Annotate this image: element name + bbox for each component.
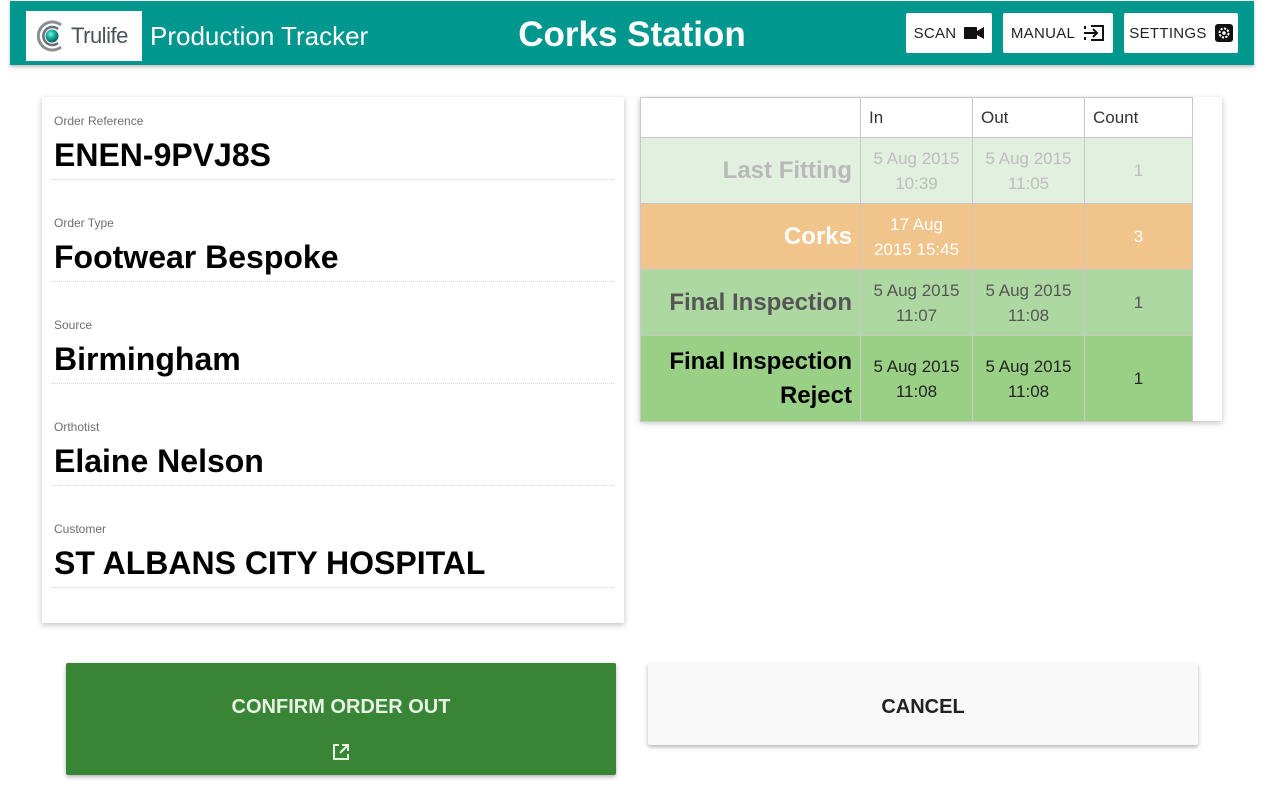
source-field: Source Birmingham: [52, 301, 614, 384]
trulife-logo: Trulife: [26, 11, 142, 61]
open-in-new-icon: [333, 744, 349, 760]
stage-name: Corks: [783, 222, 852, 250]
field-label: Customer: [54, 522, 107, 536]
out-cell: 5 Aug 2015 11:08: [972, 335, 1085, 422]
in-time: 11:07: [895, 305, 938, 325]
count-cell: 1: [1084, 269, 1193, 336]
out-cell: 5 Aug 2015 11:05: [972, 137, 1085, 204]
in-time: 10:39: [895, 173, 938, 193]
count-cell: 1: [1084, 137, 1193, 204]
in-cell: 5 Aug 2015 11:07: [860, 269, 973, 336]
orthotist-field: Orthotist Elaine Nelson: [52, 403, 614, 486]
settings-button[interactable]: SETTINGS: [1124, 13, 1238, 53]
order-details-card: Order Reference ENEN-9PVJ8S Order Type F…: [42, 97, 624, 623]
table-row[interactable]: Final Inspection Reject 5 Aug 2015 11:08 5…: [640, 335, 1193, 422]
stage-name-cell: Last Fitting: [640, 137, 861, 204]
stage-name: Final Inspection: [669, 288, 852, 316]
field-value: Elaine Nelson: [54, 443, 264, 479]
logo-text: Trulife: [71, 23, 128, 48]
out-cell: [972, 203, 1085, 270]
gear-icon: [1214, 24, 1233, 42]
customer-field: Customer ST ALBANS CITY HOSPITAL: [52, 505, 614, 588]
in-date: 5 Aug 2015: [873, 280, 960, 300]
out-date: 5 Aug 2015: [985, 148, 1072, 168]
stage-name-line2: Reject: [779, 381, 852, 409]
input-icon: [1084, 25, 1105, 41]
count-cell: 1: [1084, 335, 1193, 422]
out-time: 11:08: [1007, 381, 1050, 401]
stage-column-header: [640, 97, 861, 138]
out-cell: 5 Aug 2015 11:08: [972, 269, 1085, 336]
in-cell: 17 Aug 2015 15:45: [860, 203, 973, 270]
video-camera-icon: [964, 27, 985, 39]
out-time: 11:05: [1007, 173, 1050, 193]
stage-name-cell: Final Inspection Reject: [640, 335, 861, 422]
out-column-header: Out: [972, 97, 1085, 138]
in-date: 5 Aug 2015: [873, 148, 960, 168]
manual-button-label: MANUAL: [1010, 24, 1076, 42]
field-label: Order Reference: [54, 114, 144, 128]
field-value: ST ALBANS CITY HOSPITAL: [54, 545, 486, 581]
count-column-header: Count: [1084, 97, 1193, 138]
confirm-order-out-label: CONFIRM ORDER OUT: [231, 696, 451, 718]
field-label: Orthotist: [54, 420, 100, 434]
top-bar: Trulife Production Tracker Corks Station…: [10, 1, 1254, 65]
stage-name: Last Fitting: [722, 156, 852, 184]
app-title: Production Tracker: [150, 21, 369, 51]
scan-button-label: SCAN: [913, 24, 957, 42]
stage-name-cell: Final Inspection: [640, 269, 861, 336]
out-date: 5 Aug 2015: [985, 356, 1072, 376]
cancel-label: CANCEL: [881, 696, 965, 718]
cancel-button[interactable]: CANCEL: [648, 663, 1198, 745]
stage-history-table: In Out Count Last Fitting 5 Aug 2015 10:3…: [640, 97, 1193, 422]
field-value: Birmingham: [54, 341, 241, 377]
stage-history-panel: In Out Count Last Fitting 5 Aug 2015 10:3…: [640, 97, 1222, 422]
field-label: Order Type: [54, 216, 114, 230]
count-cell: 3: [1084, 203, 1193, 270]
in-time: 2015 15:45: [873, 239, 960, 259]
trulife-logo-icon: [36, 20, 62, 52]
scan-button[interactable]: SCAN: [906, 13, 992, 53]
field-value: Footwear Bespoke: [54, 239, 339, 275]
stage-name: Final Inspection: [669, 347, 852, 375]
in-cell: 5 Aug 2015 10:39: [860, 137, 973, 204]
field-label: Source: [54, 318, 93, 332]
out-date: 5 Aug 2015: [985, 280, 1072, 300]
in-cell: 5 Aug 2015 11:08: [860, 335, 973, 422]
settings-button-label: SETTINGS: [1129, 24, 1207, 42]
out-time: 11:08: [1007, 305, 1050, 325]
in-column-header: In: [860, 97, 973, 138]
stage-name-cell: Corks: [640, 203, 861, 270]
table-header-row: In Out Count: [640, 97, 1193, 138]
table-row[interactable]: Corks 17 Aug 2015 15:45 3: [640, 203, 1193, 270]
in-date: 5 Aug 2015: [873, 356, 960, 376]
table-row[interactable]: Final Inspection 5 Aug 2015 11:07 5 Aug 2…: [640, 269, 1193, 336]
in-date: 17 Aug: [890, 214, 943, 234]
table-row[interactable]: Last Fitting 5 Aug 2015 10:39 5 Aug 2015 1…: [640, 137, 1193, 204]
field-value: ENEN-9PVJ8S: [54, 137, 271, 173]
in-time: 11:08: [895, 381, 938, 401]
order-reference-field: Order Reference ENEN-9PVJ8S: [52, 97, 614, 180]
confirm-order-out-button[interactable]: CONFIRM ORDER OUT: [66, 663, 616, 775]
order-type-field: Order Type Footwear Bespoke: [52, 199, 614, 282]
manual-button[interactable]: MANUAL: [1003, 13, 1113, 53]
